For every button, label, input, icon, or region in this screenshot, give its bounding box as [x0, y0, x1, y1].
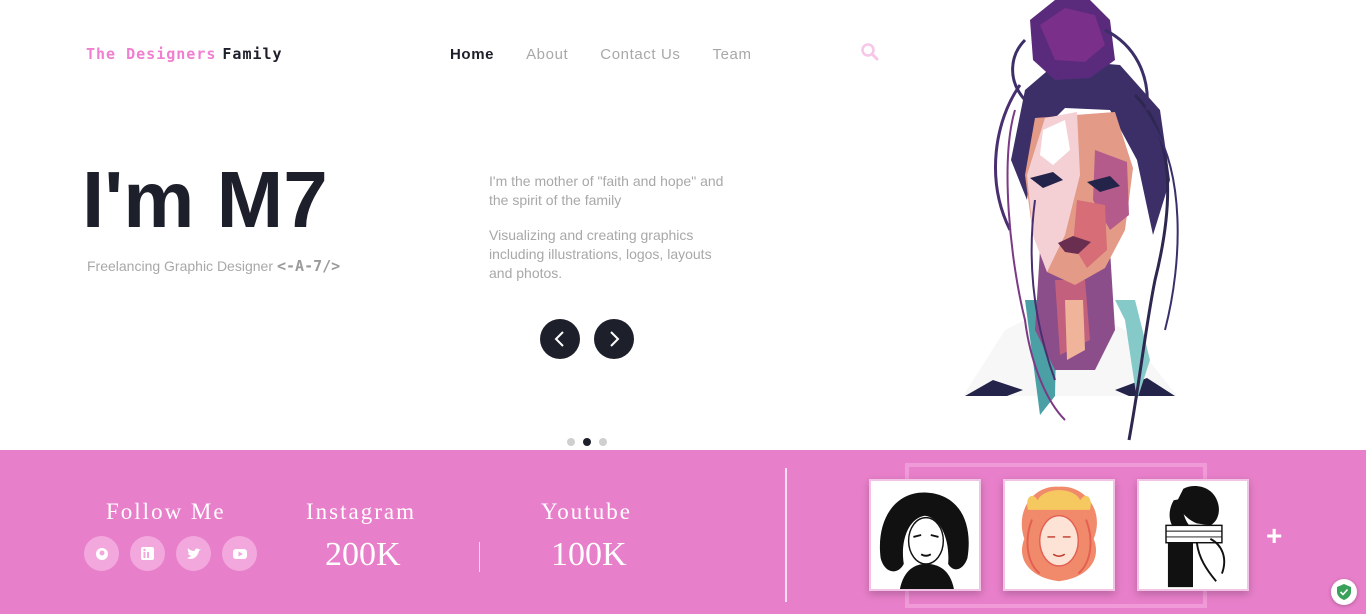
hero-signature: <-A-7/>: [276, 257, 341, 275]
shield-icon[interactable]: [1331, 579, 1357, 605]
slider-prev-button[interactable]: [540, 319, 580, 359]
chevron-right-icon: [610, 331, 620, 347]
linkedin-icon[interactable]: [130, 536, 165, 571]
main-nav: Home About Contact Us Team: [450, 44, 752, 64]
description-paragraph-1: I'm the mother of "faith and hope" and t…: [489, 173, 724, 208]
nav-team[interactable]: Team: [712, 46, 751, 63]
logo-text-secondary: Family: [222, 45, 283, 63]
gallery-thumb-1[interactable]: [869, 479, 981, 591]
instagram-count: 200K: [325, 536, 401, 573]
twitter-icon[interactable]: [176, 536, 211, 571]
hero-description: I'm the mother of "faith and hope" and t…: [489, 172, 729, 283]
section-divider: [785, 468, 787, 602]
social-links: [84, 536, 257, 571]
nav-home[interactable]: Home: [450, 46, 494, 63]
logo-text-primary: The Designers: [86, 45, 217, 63]
youtube-icon[interactable]: [222, 536, 257, 571]
youtube-count: 100K: [551, 536, 627, 573]
slider-dots: [567, 438, 607, 446]
nav-about[interactable]: About: [526, 46, 568, 63]
hero-subtitle-row: Freelancing Graphic Designer <-A-7/>: [87, 257, 340, 275]
description-paragraph-2: Visualizing and creating graphics includ…: [489, 227, 712, 281]
nav-contact-us[interactable]: Contact Us: [600, 46, 680, 63]
stats-divider: [479, 542, 480, 572]
portrait-illustration: [963, 0, 1179, 441]
slider-dot-2[interactable]: [583, 438, 591, 446]
follow-me-title: Follow Me: [106, 499, 226, 524]
slider-next-button[interactable]: [594, 319, 634, 359]
instagram-title: Instagram: [306, 499, 416, 524]
search-icon[interactable]: [860, 42, 880, 62]
gallery-more-button[interactable]: +: [1266, 520, 1282, 552]
slider-dot-1[interactable]: [567, 438, 575, 446]
hero-subtitle: Freelancing Graphic Designer: [87, 258, 273, 274]
youtube-title: Youtube: [541, 499, 632, 524]
slider-dot-3[interactable]: [599, 438, 607, 446]
hero-title: I'm M7: [82, 155, 328, 244]
site-logo[interactable]: The Designers Family: [86, 44, 283, 64]
gallery-thumb-3[interactable]: [1137, 479, 1249, 591]
gallery-thumb-2[interactable]: [1003, 479, 1115, 591]
chevron-left-icon: [554, 331, 564, 347]
github-icon[interactable]: [84, 536, 119, 571]
